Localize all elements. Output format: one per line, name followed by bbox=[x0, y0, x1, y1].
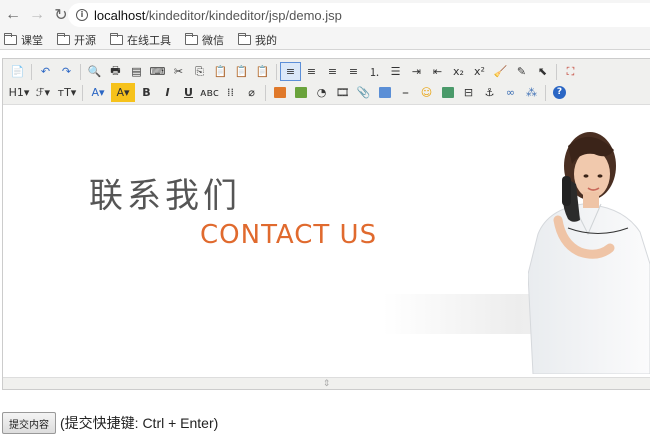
superscript-icon[interactable]: x² bbox=[469, 62, 490, 81]
undo-icon[interactable]: ↶ bbox=[35, 62, 56, 81]
cut-icon[interactable]: ✂ bbox=[168, 62, 189, 81]
link-icon[interactable]: ∞ bbox=[500, 83, 521, 102]
font-size-icon[interactable]: ᴛT▾ bbox=[55, 83, 79, 102]
underline-icon[interactable]: U bbox=[178, 83, 199, 102]
copy-icon[interactable]: ⎘ bbox=[189, 62, 210, 81]
bookmark-label: 开源 bbox=[74, 34, 96, 47]
browser-navbar: ← → ↻ i localhost/kindeditor/kindeditor/… bbox=[0, 0, 650, 30]
italic-icon[interactable]: I bbox=[157, 83, 178, 102]
toolbar-separator bbox=[31, 63, 32, 80]
image-icon-glyph bbox=[273, 87, 286, 98]
folder-icon bbox=[57, 32, 70, 45]
align-left-icon[interactable]: ≡ bbox=[280, 62, 301, 81]
anchor-icon[interactable]: ⚓ bbox=[479, 83, 500, 102]
indent-icon[interactable]: ⇥ bbox=[406, 62, 427, 81]
bookmark-label: 我的 bbox=[255, 34, 277, 47]
baidu-map-icon[interactable] bbox=[437, 83, 458, 102]
contact-title-english: CONTACT US bbox=[200, 220, 378, 250]
editor-statusbar: ⇕ bbox=[3, 377, 650, 389]
folder-icon bbox=[110, 32, 123, 45]
bookmark-folder[interactable]: 在线工具 bbox=[110, 32, 171, 48]
strikethrough-icon[interactable]: ᴀʙᴄ bbox=[199, 83, 220, 102]
multi-image-icon-glyph bbox=[294, 87, 307, 98]
toolbar-separator bbox=[276, 63, 277, 80]
toolbar-separator bbox=[265, 84, 266, 101]
folder-icon bbox=[238, 32, 251, 45]
heading-icon[interactable]: H1▾ bbox=[7, 83, 31, 102]
subscript-icon[interactable]: x₂ bbox=[448, 62, 469, 81]
bookmark-folder[interactable]: 开源 bbox=[57, 32, 96, 48]
preview-icon[interactable]: 🔍 bbox=[84, 62, 105, 81]
bookmark-folder[interactable]: 我的 bbox=[238, 32, 277, 48]
bookmarks-bar: 课堂 开源 在线工具 微信 我的 bbox=[0, 30, 650, 50]
source-icon[interactable]: 📄 bbox=[7, 62, 28, 81]
folder-icon bbox=[185, 32, 198, 45]
font-color-icon[interactable]: A▾ bbox=[86, 83, 110, 102]
horizontal-rule-icon[interactable]: ⎯ bbox=[395, 83, 416, 102]
about-icon[interactable]: ? bbox=[549, 83, 570, 102]
insert-file-icon[interactable]: 📎 bbox=[353, 83, 374, 102]
submit-button[interactable]: 提交内容 bbox=[2, 412, 56, 434]
editor-content-area[interactable]: 联系我们 CONTACT US bbox=[3, 106, 650, 376]
toolbar-separator bbox=[545, 84, 546, 101]
redo-icon[interactable]: ↷ bbox=[56, 62, 77, 81]
fullscreen-icon[interactable]: ⛶ bbox=[560, 62, 581, 81]
bold-icon[interactable]: B bbox=[136, 83, 157, 102]
folder-icon bbox=[4, 32, 17, 45]
unordered-list-icon[interactable]: ☰ bbox=[385, 62, 406, 81]
rich-text-editor: 📄 ↶ ↷ 🔍 🖶 ▤ ⌨ ✂ ⎘ 📋 📋 📋 ≡ ≡ ≡ ≡ ⒈ ☰ ⇥ ⇤ x₂ x² 🧹 ✎ ⬉ ⛶ H1▾ ℱ▾ ᴛT▾ A▾ A… bbox=[2, 58, 650, 390]
align-center-icon[interactable]: ≡ bbox=[301, 62, 322, 81]
toolbar-separator bbox=[80, 63, 81, 80]
table-icon[interactable] bbox=[374, 83, 395, 102]
woman-on-phone-photo bbox=[528, 132, 650, 374]
align-justify-icon[interactable]: ≡ bbox=[343, 62, 364, 81]
line-height-icon[interactable]: ⁞⁞ bbox=[220, 83, 241, 102]
font-family-icon[interactable]: ℱ▾ bbox=[31, 83, 55, 102]
address-bar[interactable]: i localhost/kindeditor/kindeditor/jsp/de… bbox=[68, 3, 650, 27]
page-break-icon[interactable]: ⊟ bbox=[458, 83, 479, 102]
print-icon[interactable]: 🖶 bbox=[105, 62, 126, 81]
bookmark-label: 课堂 bbox=[21, 34, 43, 47]
toolbar-row-2: H1▾ ℱ▾ ᴛT▾ A▾ A▾ B I Uᴀʙᴄ ⁞⁞ ⌀ ◔ 🎞 📎 ⎯ ☺ ⊟ ⚓ ∞ ⁂? bbox=[7, 82, 646, 103]
template-icon[interactable]: ▤ bbox=[126, 62, 147, 81]
back-arrow-icon[interactable]: ← bbox=[2, 4, 24, 26]
shortcut-hint: (提交快捷键: Ctrl + Enter) bbox=[60, 415, 219, 431]
toolbar-row-1: 📄 ↶ ↷ 🔍 🖶 ▤ ⌨ ✂ ⎘ 📋 📋 📋 ≡ ≡ ≡ ≡ ⒈ ☰ ⇥ ⇤ x₂ x² 🧹 ✎ ⬉ ⛶ bbox=[7, 61, 646, 82]
code-icon[interactable]: ⌨ bbox=[147, 62, 168, 81]
ordered-list-icon[interactable]: ⒈ bbox=[364, 62, 385, 81]
toolbar-separator bbox=[82, 84, 83, 101]
paste-word-icon[interactable]: 📋 bbox=[252, 62, 273, 81]
baidu-map-icon-glyph bbox=[441, 87, 454, 98]
forward-arrow-icon[interactable]: → bbox=[26, 4, 48, 26]
url-host: localhost bbox=[94, 7, 146, 23]
select-all-icon[interactable]: ⬉ bbox=[532, 62, 553, 81]
flash-icon[interactable]: ◔ bbox=[311, 83, 332, 102]
bookmark-label: 微信 bbox=[202, 34, 224, 47]
table-icon-glyph bbox=[378, 87, 391, 98]
paste-icon[interactable]: 📋 bbox=[210, 62, 231, 81]
unlink-icon[interactable]: ⁂ bbox=[521, 83, 542, 102]
submit-row: 提交内容 (提交快捷键: Ctrl + Enter) bbox=[2, 412, 218, 434]
outdent-icon[interactable]: ⇤ bbox=[427, 62, 448, 81]
emoticons-icon[interactable]: ☺ bbox=[416, 83, 437, 102]
bookmark-folder[interactable]: 课堂 bbox=[4, 32, 43, 48]
contact-title-chinese: 联系我们 bbox=[89, 177, 241, 215]
clear-format-icon[interactable]: 🧹 bbox=[490, 62, 511, 81]
align-right-icon[interactable]: ≡ bbox=[322, 62, 343, 81]
highlight-color-icon[interactable]: A▾ bbox=[111, 83, 135, 102]
remove-format-icon[interactable]: ⌀ bbox=[241, 83, 262, 102]
image-icon[interactable] bbox=[269, 83, 290, 102]
bookmark-label: 在线工具 bbox=[127, 34, 171, 47]
editor-toolbar: 📄 ↶ ↷ 🔍 🖶 ▤ ⌨ ✂ ⎘ 📋 📋 📋 ≡ ≡ ≡ ≡ ⒈ ☰ ⇥ ⇤ x₂ x² 🧹 ✎ ⬉ ⛶ H1▾ ℱ▾ ᴛT▾ A▾ A… bbox=[3, 59, 650, 105]
media-icon[interactable]: 🎞 bbox=[332, 83, 353, 102]
paste-plain-icon[interactable]: 📋 bbox=[231, 62, 252, 81]
bookmark-folder[interactable]: 微信 bbox=[185, 32, 224, 48]
quick-format-icon[interactable]: ✎ bbox=[511, 62, 532, 81]
url-path: /kindeditor/kindeditor/jsp/demo.jsp bbox=[145, 7, 342, 23]
multi-image-icon[interactable] bbox=[290, 83, 311, 102]
resize-handle-icon[interactable]: ⇕ bbox=[323, 378, 331, 389]
toolbar-separator bbox=[556, 63, 557, 80]
about-icon-glyph: ? bbox=[553, 86, 566, 99]
info-icon[interactable]: i bbox=[76, 9, 88, 21]
